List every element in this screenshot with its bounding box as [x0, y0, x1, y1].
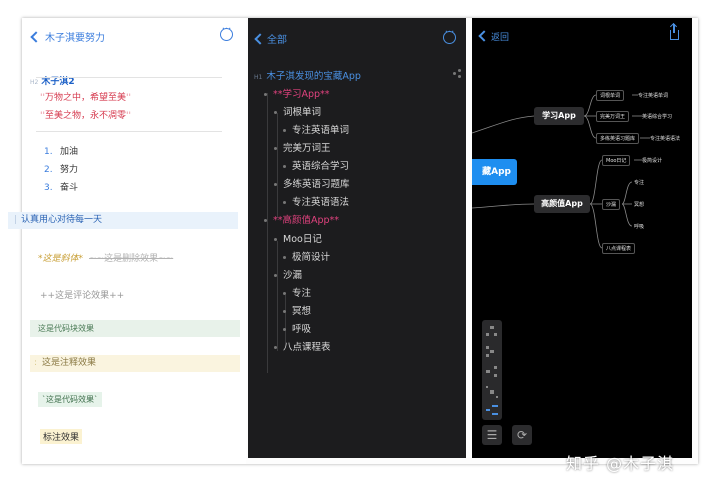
mindmap-leaf[interactable]: 呼吸: [634, 223, 644, 230]
outline-panel: 全部 H1木子淇发现的宝藏App **学习App** 词根单词 专注英语单词 完…: [248, 18, 466, 458]
heading-marker: H2: [30, 79, 39, 86]
layout-tree-split-icon[interactable]: [486, 346, 498, 358]
italic-text: *这是斜体*: [38, 254, 84, 264]
mindmap-child-node[interactable]: 沙漏: [602, 199, 621, 210]
heading-h2: H2 木子淇2: [30, 74, 75, 87]
mindmap-leaf[interactable]: 专注英语语法: [650, 135, 680, 142]
mindmap-layout-toolbar: [482, 320, 502, 420]
outline-item[interactable]: 沙漏: [274, 267, 302, 281]
back-button[interactable]: 全部: [254, 31, 287, 46]
divider: [36, 77, 222, 78]
layout-radial-icon[interactable]: [486, 386, 498, 398]
tree-guide-line: [267, 93, 268, 373]
ordered-list-item: 2. 努力: [44, 165, 79, 175]
bold-red-line-1: ''万物之中，希望至美'': [40, 93, 131, 103]
strikethrough-text: ~~这是删除效果~~: [89, 254, 174, 264]
mindmap-panel: 返回 藏App 学习App 词根单词 专注英语单词 完美万词王 英语综合学习 多…: [472, 18, 692, 458]
mindmap-child-node[interactable]: 词根单词: [596, 90, 625, 101]
outline-item[interactable]: 专注英语单词: [283, 122, 349, 136]
outline-item[interactable]: Moo日记: [274, 231, 322, 245]
refresh-button[interactable]: ⟳: [512, 425, 532, 445]
outline-item[interactable]: 八点课程表: [274, 339, 331, 353]
more-options-icon[interactable]: [220, 24, 233, 41]
mindmap-leaf[interactable]: 冥想: [634, 201, 644, 208]
back-label: 木子淇要努力: [45, 33, 105, 44]
outline-item[interactable]: 英语综合学习: [283, 158, 349, 172]
layout-logic-icon[interactable]: [486, 404, 498, 416]
outline-item[interactable]: 完美万词王: [274, 140, 331, 154]
outline-item[interactable]: 专注: [283, 285, 311, 299]
tree-guide-line: [277, 113, 278, 218]
outline-item[interactable]: 多练英语习题库: [274, 176, 350, 190]
share-icon[interactable]: [453, 69, 461, 78]
comment-text: ++这是评论效果++: [40, 291, 125, 301]
mindmap-branch-node[interactable]: 高颜值App: [534, 195, 590, 213]
mindmap-child-node[interactable]: 完美万词王: [596, 111, 630, 122]
italic-strike-line: *这是斜体* ~~这是删除效果~~: [38, 251, 173, 264]
mindmap-child-node[interactable]: Moo日记: [602, 155, 631, 166]
back-button[interactable]: 木子淇要努力: [30, 29, 105, 44]
layout-tree-right-icon[interactable]: [486, 366, 498, 378]
mindmap-leaf[interactable]: 专注: [634, 179, 644, 186]
outline-title: H1 木子淇发现的宝藏App: [254, 71, 361, 82]
inline-code: `这是代码效果`: [38, 392, 102, 407]
ordered-list-item: 3. 奋斗: [44, 183, 79, 193]
mindmap-root-node[interactable]: 藏App: [472, 159, 517, 185]
outline-view-button[interactable]: ☰: [482, 425, 502, 445]
divider: [36, 131, 222, 132]
outline-item[interactable]: **高颜值App**: [264, 212, 339, 226]
blockquote: | 认真用心对待每一天: [8, 212, 238, 229]
back-label: 全部: [267, 35, 287, 46]
mindmap-leaf[interactable]: 英语综合学习: [642, 113, 672, 120]
outline-item[interactable]: 词根单词: [274, 104, 321, 118]
mindmap-child-node[interactable]: 八点课程表: [602, 243, 636, 254]
chevron-left-icon: [254, 33, 266, 45]
mindmap-branch-node[interactable]: 学习App: [534, 107, 584, 125]
more-options-icon[interactable]: [443, 27, 456, 44]
editor-nav-bar: 木子淇要努力: [22, 18, 246, 54]
mindmap-leaf[interactable]: 极简设计: [642, 157, 662, 164]
outline-item[interactable]: 冥想: [283, 303, 311, 317]
watermark: 知乎 @木子淇: [566, 454, 675, 473]
mindmap-child-node[interactable]: 多练英语习题库: [596, 133, 640, 144]
tree-guide-line: [277, 241, 278, 351]
note-block: : 这是注释效果: [30, 355, 240, 372]
layout-tree-down-icon[interactable]: [486, 326, 498, 338]
mindmap-connectors: [472, 94, 650, 249]
code-block: 这是代码块效果: [30, 320, 240, 337]
heading-text: 木子淇2: [41, 77, 75, 87]
outline-item[interactable]: **学习App**: [264, 86, 330, 100]
ordered-list-item: 1. 加油: [44, 147, 79, 157]
highlight-mark: 标注效果: [40, 429, 83, 444]
chevron-left-icon: [30, 30, 42, 43]
outline-item[interactable]: 极简设计: [283, 249, 330, 263]
mindmap-leaf[interactable]: 专注英语单词: [638, 92, 668, 99]
outline-item[interactable]: 呼吸: [283, 321, 311, 335]
outline-item[interactable]: 专注英语语法: [283, 194, 349, 208]
bold-red-line-2: ''至美之物，永不凋零'': [40, 111, 131, 121]
